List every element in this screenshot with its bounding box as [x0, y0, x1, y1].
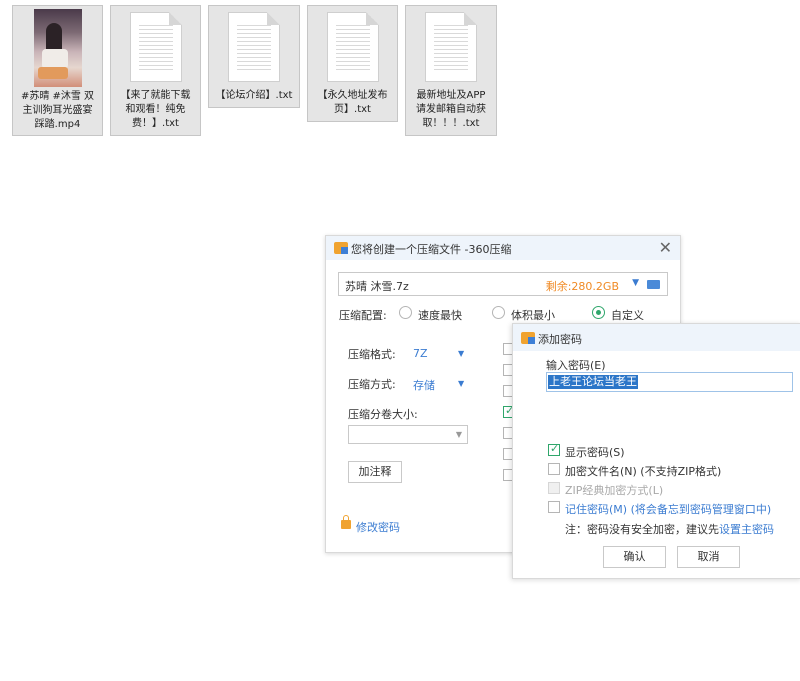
change-password-link[interactable]: 修改密码 — [356, 519, 400, 535]
show-password-checkbox[interactable] — [548, 442, 560, 456]
app-360zip-icon — [334, 242, 348, 254]
option-smallest-label[interactable]: 体积最小 — [511, 307, 555, 323]
file-video-mp4[interactable]: #苏晴 #沐雪 双 主训狗耳光盛宴 踩踏.mp4 — [12, 5, 103, 136]
zip-classic-label: ZIP经典加密方式(L) — [565, 484, 664, 497]
remember-password-checkbox[interactable] — [548, 501, 560, 513]
compress-dialog-titlebar: 您将创建一个压缩文件 -360压缩 ✕ — [326, 236, 680, 260]
free-space-label: 剩余:280.2GB — [545, 280, 619, 293]
remember-password-label[interactable]: 记住密码(M) (将会备忘到密码管理窗口中) — [565, 501, 771, 517]
chevron-down-icon[interactable]: ▼ — [456, 430, 462, 439]
text-file-icon — [228, 12, 280, 82]
video-thumbnail — [33, 9, 82, 87]
file-txt-permanent-address[interactable]: 【永久地址发布 页】.txt — [307, 5, 398, 122]
chevron-down-icon[interactable]: ▼ — [458, 379, 464, 388]
file-name: 【来了就能下载 和观看！纯免 费！】.txt — [120, 90, 191, 129]
text-file-icon — [129, 12, 182, 82]
archive-path-field[interactable]: 苏晴 沐雪.7z 剩余:280.2GB ▼ — [338, 272, 668, 296]
close-icon[interactable]: ✕ — [659, 238, 672, 257]
file-name: 【论坛介绍】.txt — [215, 90, 293, 101]
zip-classic-checkbox — [548, 482, 560, 494]
file-txt-free-download[interactable]: 【来了就能下载 和观看！纯免 费！】.txt — [110, 5, 201, 136]
password-value[interactable]: 上老王论坛当老王 — [548, 375, 638, 389]
encrypt-filenames-label[interactable]: 加密文件名(N) (不支持ZIP格式) — [565, 463, 721, 479]
security-note-text: 注：密码没有安全加密，建议先 — [565, 523, 719, 536]
file-name: 【永久地址发布 页】.txt — [317, 90, 388, 115]
volume-size-combo[interactable]: ▼ — [348, 425, 468, 444]
security-note: 注：密码没有安全加密，建议先设置主密码 — [565, 521, 774, 537]
folder-icon[interactable] — [647, 280, 660, 289]
text-file-icon — [326, 12, 379, 82]
set-master-password-link[interactable]: 设置主密码 — [719, 523, 774, 536]
text-file-icon — [425, 12, 477, 82]
cancel-button[interactable]: 取消 — [677, 546, 740, 568]
password-dialog-title: 添加密码 — [538, 333, 582, 346]
radio-fastest[interactable] — [399, 306, 412, 319]
file-name: #苏晴 #沐雪 双 主训狗耳光盛宴 踩踏.mp4 — [20, 91, 95, 130]
file-name: 最新地址及APP 请发邮箱自动获 取！！！.txt — [416, 90, 486, 129]
method-label: 压缩方式: — [348, 378, 396, 391]
chevron-down-icon[interactable]: ▼ — [458, 349, 464, 358]
option-fastest-label[interactable]: 速度最快 — [418, 307, 462, 323]
ok-button[interactable]: 确认 — [603, 546, 666, 568]
file-txt-forum-intro[interactable]: 【论坛介绍】.txt — [208, 5, 300, 108]
file-txt-latest-address[interactable]: 最新地址及APP 请发邮箱自动获 取！！！.txt — [405, 5, 497, 136]
format-select[interactable]: 7Z — [413, 347, 428, 360]
add-comment-button[interactable]: 加注释 — [348, 461, 402, 483]
compress-dialog-title: 您将创建一个压缩文件 -360压缩 — [351, 243, 512, 256]
show-password-label[interactable]: 显示密码(S) — [565, 444, 625, 460]
radio-smallest[interactable] — [492, 306, 505, 319]
app-360zip-icon — [521, 332, 535, 344]
config-label: 压缩配置: — [339, 309, 387, 322]
password-input-label: 输入密码(E) — [546, 359, 606, 372]
chevron-down-icon[interactable]: ▼ — [632, 278, 639, 288]
radio-custom[interactable] — [592, 306, 605, 319]
format-label: 压缩格式: — [348, 348, 396, 361]
lock-icon — [341, 515, 351, 529]
method-select[interactable]: 存储 — [413, 377, 435, 393]
encrypt-filenames-checkbox[interactable] — [548, 463, 560, 475]
option-custom-label[interactable]: 自定义 — [611, 307, 644, 323]
archive-filename[interactable]: 苏晴 沐雪.7z — [345, 278, 409, 294]
add-password-dialog: 添加密码 输入密码(E) 上老王论坛当老王 显示密码(S) 加密文件名(N) (… — [512, 323, 800, 579]
volume-size-label: 压缩分卷大小: — [348, 408, 418, 421]
password-input[interactable]: 上老王论坛当老王 — [546, 372, 793, 392]
password-dialog-titlebar: 添加密码 — [513, 324, 800, 351]
